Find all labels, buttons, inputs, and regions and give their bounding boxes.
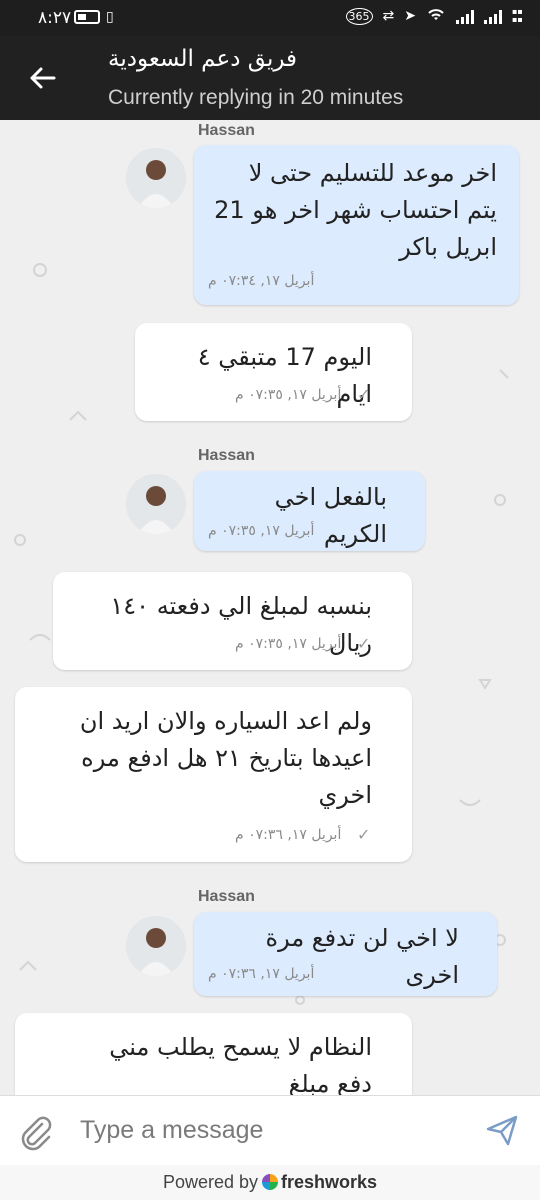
back-button[interactable] <box>22 58 62 98</box>
freshworks-logo-icon <box>262 1174 278 1190</box>
message-timestamp: أبريل ١٧, ٠٧:٣٤ م <box>208 273 315 289</box>
message-input[interactable] <box>80 1108 460 1152</box>
message-text: ولم اعد السياره والان اريد ان اعيدها بتا… <box>79 707 372 809</box>
chat-header: فريق دعم السعودية Currently replying in … <box>0 36 540 120</box>
message-timestamp: أبريل ١٧, ٠٧:٣٦ م <box>208 966 315 982</box>
brand-name: freshworks <box>281 1172 378 1192</box>
message-bubble-user[interactable]: اليوم 17 متبقي ٤ ايام أبريل ١٧, ٠٧:٣٥ م … <box>135 323 412 421</box>
agent-avatar <box>126 148 186 208</box>
attach-button[interactable] <box>16 1112 56 1152</box>
message-text: لا اخي لن تدفع مرة اخرى <box>265 924 460 989</box>
signal-icon-1 <box>456 8 474 24</box>
send-button[interactable] <box>484 1112 524 1152</box>
message-text: اخر موعد للتسليم حتى لا يتم احتساب شهر ا… <box>214 159 497 261</box>
battery-icon <box>74 10 100 24</box>
sent-check-icon: ✓ <box>357 385 371 404</box>
sender-name: Hassan <box>198 122 255 139</box>
paperclip-icon <box>21 1116 52 1151</box>
link-icon: ⇄ <box>382 8 395 24</box>
telegram-icon: ➤ <box>404 8 416 24</box>
header-title: فريق دعم السعودية <box>108 46 298 72</box>
status-time: ٨:٢٧ <box>38 8 72 28</box>
powered-by-label: Powered by <box>162 1172 258 1192</box>
sent-check-icon: ✓ <box>357 825 371 844</box>
message-bubble-user[interactable]: ولم اعد السياره والان اريد ان اعيدها بتا… <box>15 687 412 862</box>
arrow-left-icon <box>30 67 56 89</box>
message-text: النظام لا يسمح يطلب مني دفع مبلغ <box>109 1033 372 1095</box>
status-bar: ٨:٢٧ ▯ 365 ⇄ ➤ ▪▪ ▪▪ <box>0 0 540 36</box>
wifi-icon <box>426 6 446 26</box>
message-text: بالفعل اخي الكريم <box>274 483 387 548</box>
message-timestamp: أبريل ١٧, ٠٧:٣٥ م <box>235 387 342 403</box>
message-timestamp: أبريل ١٧, ٠٧:٣٥ م <box>208 523 315 539</box>
app-notification-icon: 365 <box>345 7 373 25</box>
chat-area[interactable]: Hassan اخر موعد للتسليم حتى لا يتم احتسا… <box>0 120 540 1095</box>
message-bubble-agent[interactable]: اخر موعد للتسليم حتى لا يتم احتساب شهر ا… <box>194 145 519 305</box>
header-subtitle: Currently replying in 20 minutes <box>108 86 404 109</box>
sent-check-icon: ✓ <box>357 634 371 653</box>
message-bubble-agent[interactable]: بالفعل اخي الكريم أبريل ١٧, ٠٧:٣٥ م <box>194 471 425 551</box>
message-bubble-agent[interactable]: لا اخي لن تدفع مرة اخرى أبريل ١٧, ٠٧:٣٦ … <box>194 912 497 996</box>
signal-icon-2 <box>484 8 502 24</box>
agent-avatar <box>126 474 186 534</box>
sender-name: Hassan <box>198 888 255 905</box>
message-bubble-user[interactable]: النظام لا يسمح يطلب مني دفع مبلغ <box>15 1013 412 1095</box>
powered-by-footer[interactable]: Powered by freshworks <box>0 1165 540 1200</box>
message-timestamp: أبريل ١٧, ٠٧:٣٥ م <box>235 636 342 652</box>
sender-name: Hassan <box>198 447 255 464</box>
network-speed-icon: ▪▪ ▪▪ <box>512 7 523 24</box>
message-composer <box>0 1095 540 1165</box>
message-timestamp: أبريل ١٧, ٠٧:٣٦ م <box>235 827 342 843</box>
message-bubble-user[interactable]: بنسبه لمبلغ الي دفعته ١٤٠ ريال أبريل ١٧,… <box>53 572 412 670</box>
send-icon <box>486 1115 518 1146</box>
agent-avatar <box>126 916 186 976</box>
vibrate-icon: ▯ <box>106 9 114 25</box>
